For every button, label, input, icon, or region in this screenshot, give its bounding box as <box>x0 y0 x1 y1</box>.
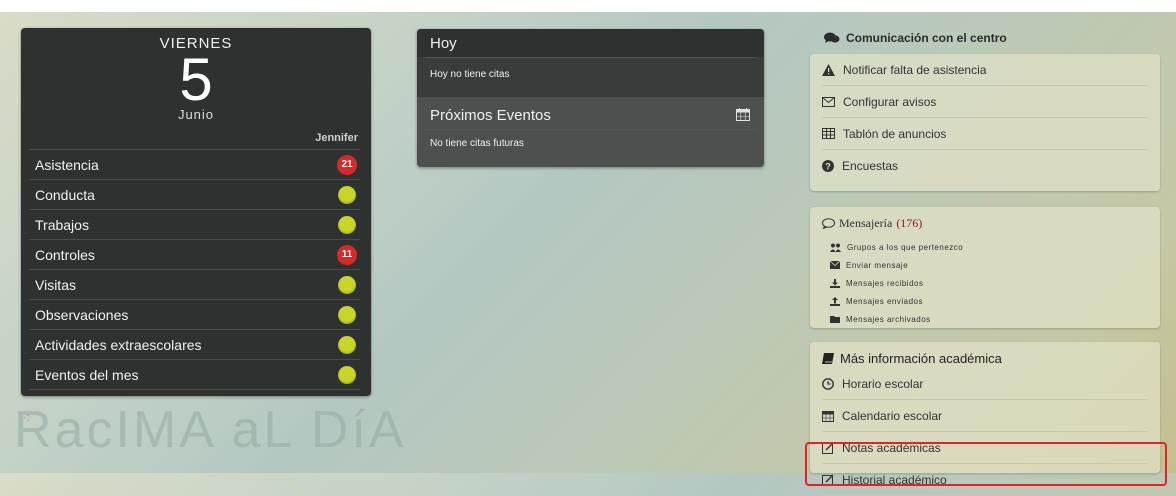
comments-icon <box>824 32 840 44</box>
send-message-item[interactable]: Enviar mensaje <box>830 256 963 274</box>
summary-row-actividades[interactable]: Actividades extraescolares <box>29 329 360 359</box>
communication-title: Comunicación con el centro <box>846 31 1007 45</box>
outbox-icon <box>830 296 840 306</box>
status-dot[interactable] <box>338 275 356 294</box>
envelope-icon <box>822 96 835 107</box>
item-label: Tablón de anuncios <box>843 126 947 141</box>
configure-alerts-item[interactable]: Configurar avisos <box>822 86 1148 118</box>
highlight-box <box>805 442 1167 486</box>
item-label: Enviar mensaje <box>846 260 909 270</box>
status-dot[interactable] <box>338 365 356 384</box>
item-label: Mensajes recibidos <box>846 278 924 288</box>
divider <box>425 129 756 130</box>
archived-messages-item[interactable]: Mensajes archivados <box>830 310 963 328</box>
summary-rows: Asistencia 21 Conducta Trabajos Controle… <box>29 149 360 390</box>
top-strip <box>0 0 1176 12</box>
comment-icon <box>822 218 835 229</box>
calendar-icon <box>822 410 834 422</box>
item-label: Mensajes archivados <box>846 314 931 324</box>
summary-row-label: Eventos del mes <box>35 366 139 383</box>
messaging-card: Mensajería (176) Grupos a los que perten… <box>810 207 1160 328</box>
messaging-title: Mensajería <box>839 216 893 230</box>
asistencia-count-badge[interactable]: 21 <box>337 154 357 175</box>
bulletin-board-item[interactable]: Tablón de anuncios <box>822 118 1148 150</box>
day-summary-panel: VIERNES 5 Junio Jennifer Asistencia 21 C… <box>21 28 371 396</box>
warning-icon <box>822 63 835 76</box>
item-label: Encuestas <box>842 158 899 173</box>
student-name[interactable]: Jennifer <box>315 132 358 144</box>
school-schedule-item[interactable]: Horario escolar <box>822 368 1148 400</box>
summary-row-conducta[interactable]: Conducta <box>29 179 360 209</box>
today-text: Hoy no tiene citas <box>430 69 510 80</box>
summary-row-label: Conducta <box>35 186 95 203</box>
messaging-count: (176) <box>896 216 923 230</box>
group-icon <box>830 243 841 252</box>
clock-icon <box>822 377 834 390</box>
summary-row-controles[interactable]: Controles 11 <box>29 239 360 269</box>
surveys-item[interactable]: ? Encuestas <box>822 150 1148 181</box>
school-calendar-item[interactable]: Calendario escolar <box>822 400 1148 432</box>
item-label: Calendario escolar <box>842 408 943 423</box>
summary-row-asistencia[interactable]: Asistencia 21 <box>29 149 360 179</box>
summary-row-visitas[interactable]: Visitas <box>29 269 360 299</box>
agenda-panel: Hoy Hoy no tiene citas Próximos Eventos … <box>417 29 764 167</box>
summary-row-label: Controles <box>35 246 95 263</box>
summary-row-label: Asistencia <box>35 156 99 173</box>
summary-row-observaciones[interactable]: Observaciones <box>29 299 360 329</box>
controles-count-badge[interactable]: 11 <box>337 244 357 265</box>
messaging-list: Grupos a los que pertenezco Enviar mensa… <box>830 238 963 328</box>
svg-text:?: ? <box>825 161 831 171</box>
messaging-header[interactable]: Mensajería (176) <box>822 216 922 231</box>
app-logo: RacIMA aL DíA <box>14 401 407 459</box>
communication-header: Comunicación con el centro <box>824 31 1007 45</box>
academic-title: Más información académica <box>840 351 1002 366</box>
groups-item[interactable]: Grupos a los que pertenezco <box>830 238 963 256</box>
summary-row-label: Visitas <box>35 276 76 293</box>
month-label: Junio <box>177 107 215 122</box>
summary-row-label: Observaciones <box>35 306 129 323</box>
item-label: Mensajes enviados <box>846 296 923 306</box>
item-label: Horario escolar <box>842 376 924 391</box>
question-icon: ? <box>822 159 834 172</box>
today-header <box>417 29 764 57</box>
envelope-icon <box>830 261 840 269</box>
inbox-icon <box>830 278 840 288</box>
status-dot[interactable] <box>338 305 356 324</box>
summary-row-trabajos[interactable]: Trabajos <box>29 209 360 239</box>
calendar-icon[interactable] <box>736 108 750 121</box>
received-messages-item[interactable]: Mensajes recibidos <box>830 274 963 292</box>
sent-messages-item[interactable]: Mensajes enviados <box>830 292 963 310</box>
summary-row-label: Actividades extraescolares <box>35 336 202 353</box>
notify-absence-item[interactable]: Notificar falta de asistencia <box>822 54 1148 86</box>
communication-card: Notificar falta de asistencia Configurar… <box>810 54 1160 191</box>
table-icon <box>822 128 835 139</box>
academic-header: Más información académica <box>822 351 1002 366</box>
summary-row-label: Trabajos <box>35 216 89 233</box>
status-dot[interactable] <box>338 185 356 204</box>
item-label: Grupos a los que pertenezco <box>847 242 964 252</box>
day-number: 5 <box>179 46 213 113</box>
today-title: Hoy <box>430 35 457 52</box>
status-dot[interactable] <box>338 335 356 354</box>
upcoming-title: Próximos Eventos <box>430 107 551 124</box>
folder-icon <box>830 315 840 323</box>
item-label: Notificar falta de asistencia <box>843 62 987 77</box>
divider <box>425 57 756 58</box>
status-dot[interactable] <box>338 215 356 234</box>
book-icon <box>822 353 834 364</box>
summary-row-eventos[interactable]: Eventos del mes <box>29 359 360 390</box>
upcoming-text: No tiene citas futuras <box>430 138 524 149</box>
item-label: Configurar avisos <box>843 94 937 109</box>
